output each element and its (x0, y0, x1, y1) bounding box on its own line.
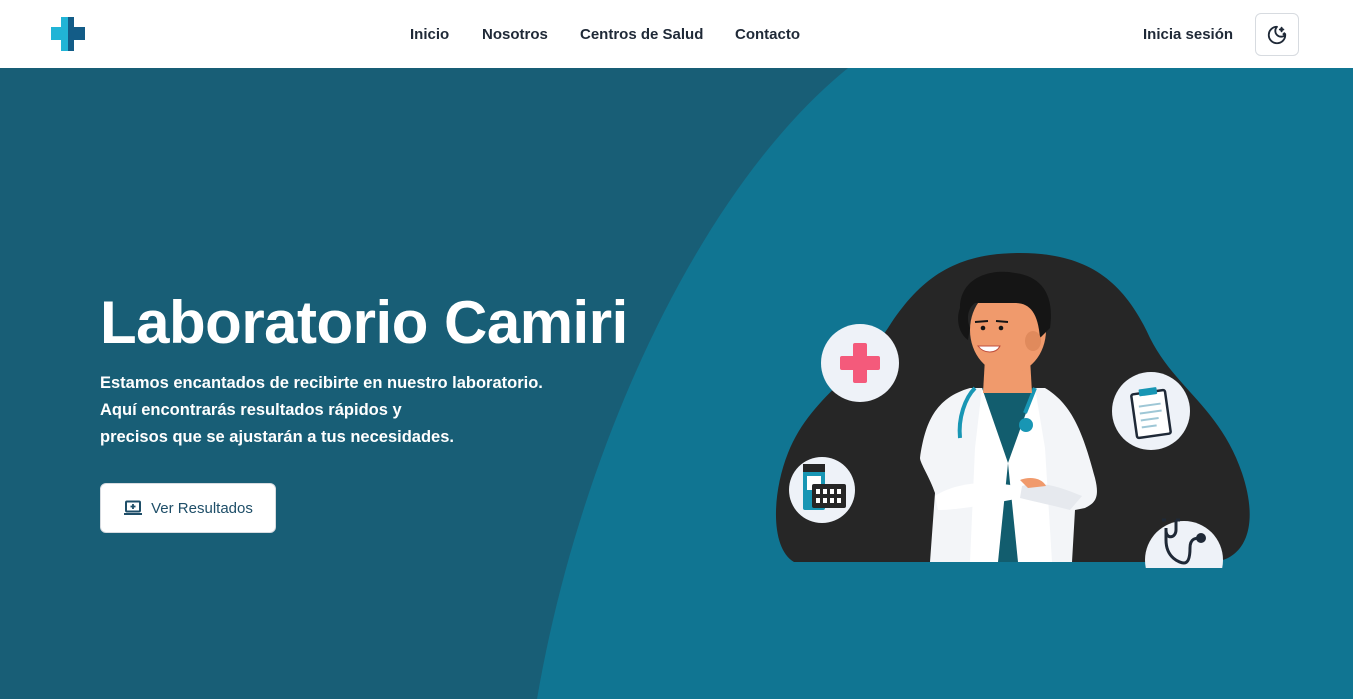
hero-description: Estamos encantados de recibirte en nuest… (100, 370, 620, 451)
hero-description-line: Estamos encantados de recibirte en nuest… (100, 374, 543, 392)
pill-bottle-icon (789, 457, 855, 523)
nav-link-nosotros[interactable]: Nosotros (482, 24, 548, 46)
clipboard-icon (1112, 372, 1190, 450)
moon-stars-icon (1267, 25, 1287, 44)
nav-link-contacto[interactable]: Contacto (735, 24, 800, 46)
hero-section: Laboratorio Camiri Estamos encantados de… (0, 68, 1353, 699)
nav-link-centros-de-salud[interactable]: Centros de Salud (580, 24, 703, 46)
nav-link-inicio[interactable]: Inicio (410, 24, 449, 46)
laptop-icon (124, 500, 143, 515)
signin-link[interactable]: Inicia sesión (1143, 24, 1233, 46)
hero-title: Laboratorio Camiri (100, 289, 628, 356)
hero-description-line: Aquí encontrarás resultados rápidos y (100, 401, 402, 419)
plus-cross-icon (821, 324, 899, 402)
hero-description-line: precisos que se ajustarán a tus necesida… (100, 428, 454, 446)
theme-toggle-button[interactable] (1255, 13, 1299, 56)
navbar: Inicio Nosotros Centros de Salud Contact… (0, 0, 1353, 68)
view-results-button[interactable]: Ver Resultados (100, 483, 276, 533)
doctor-illustration (775, 253, 1250, 568)
view-results-label: Ver Resultados (151, 499, 253, 517)
